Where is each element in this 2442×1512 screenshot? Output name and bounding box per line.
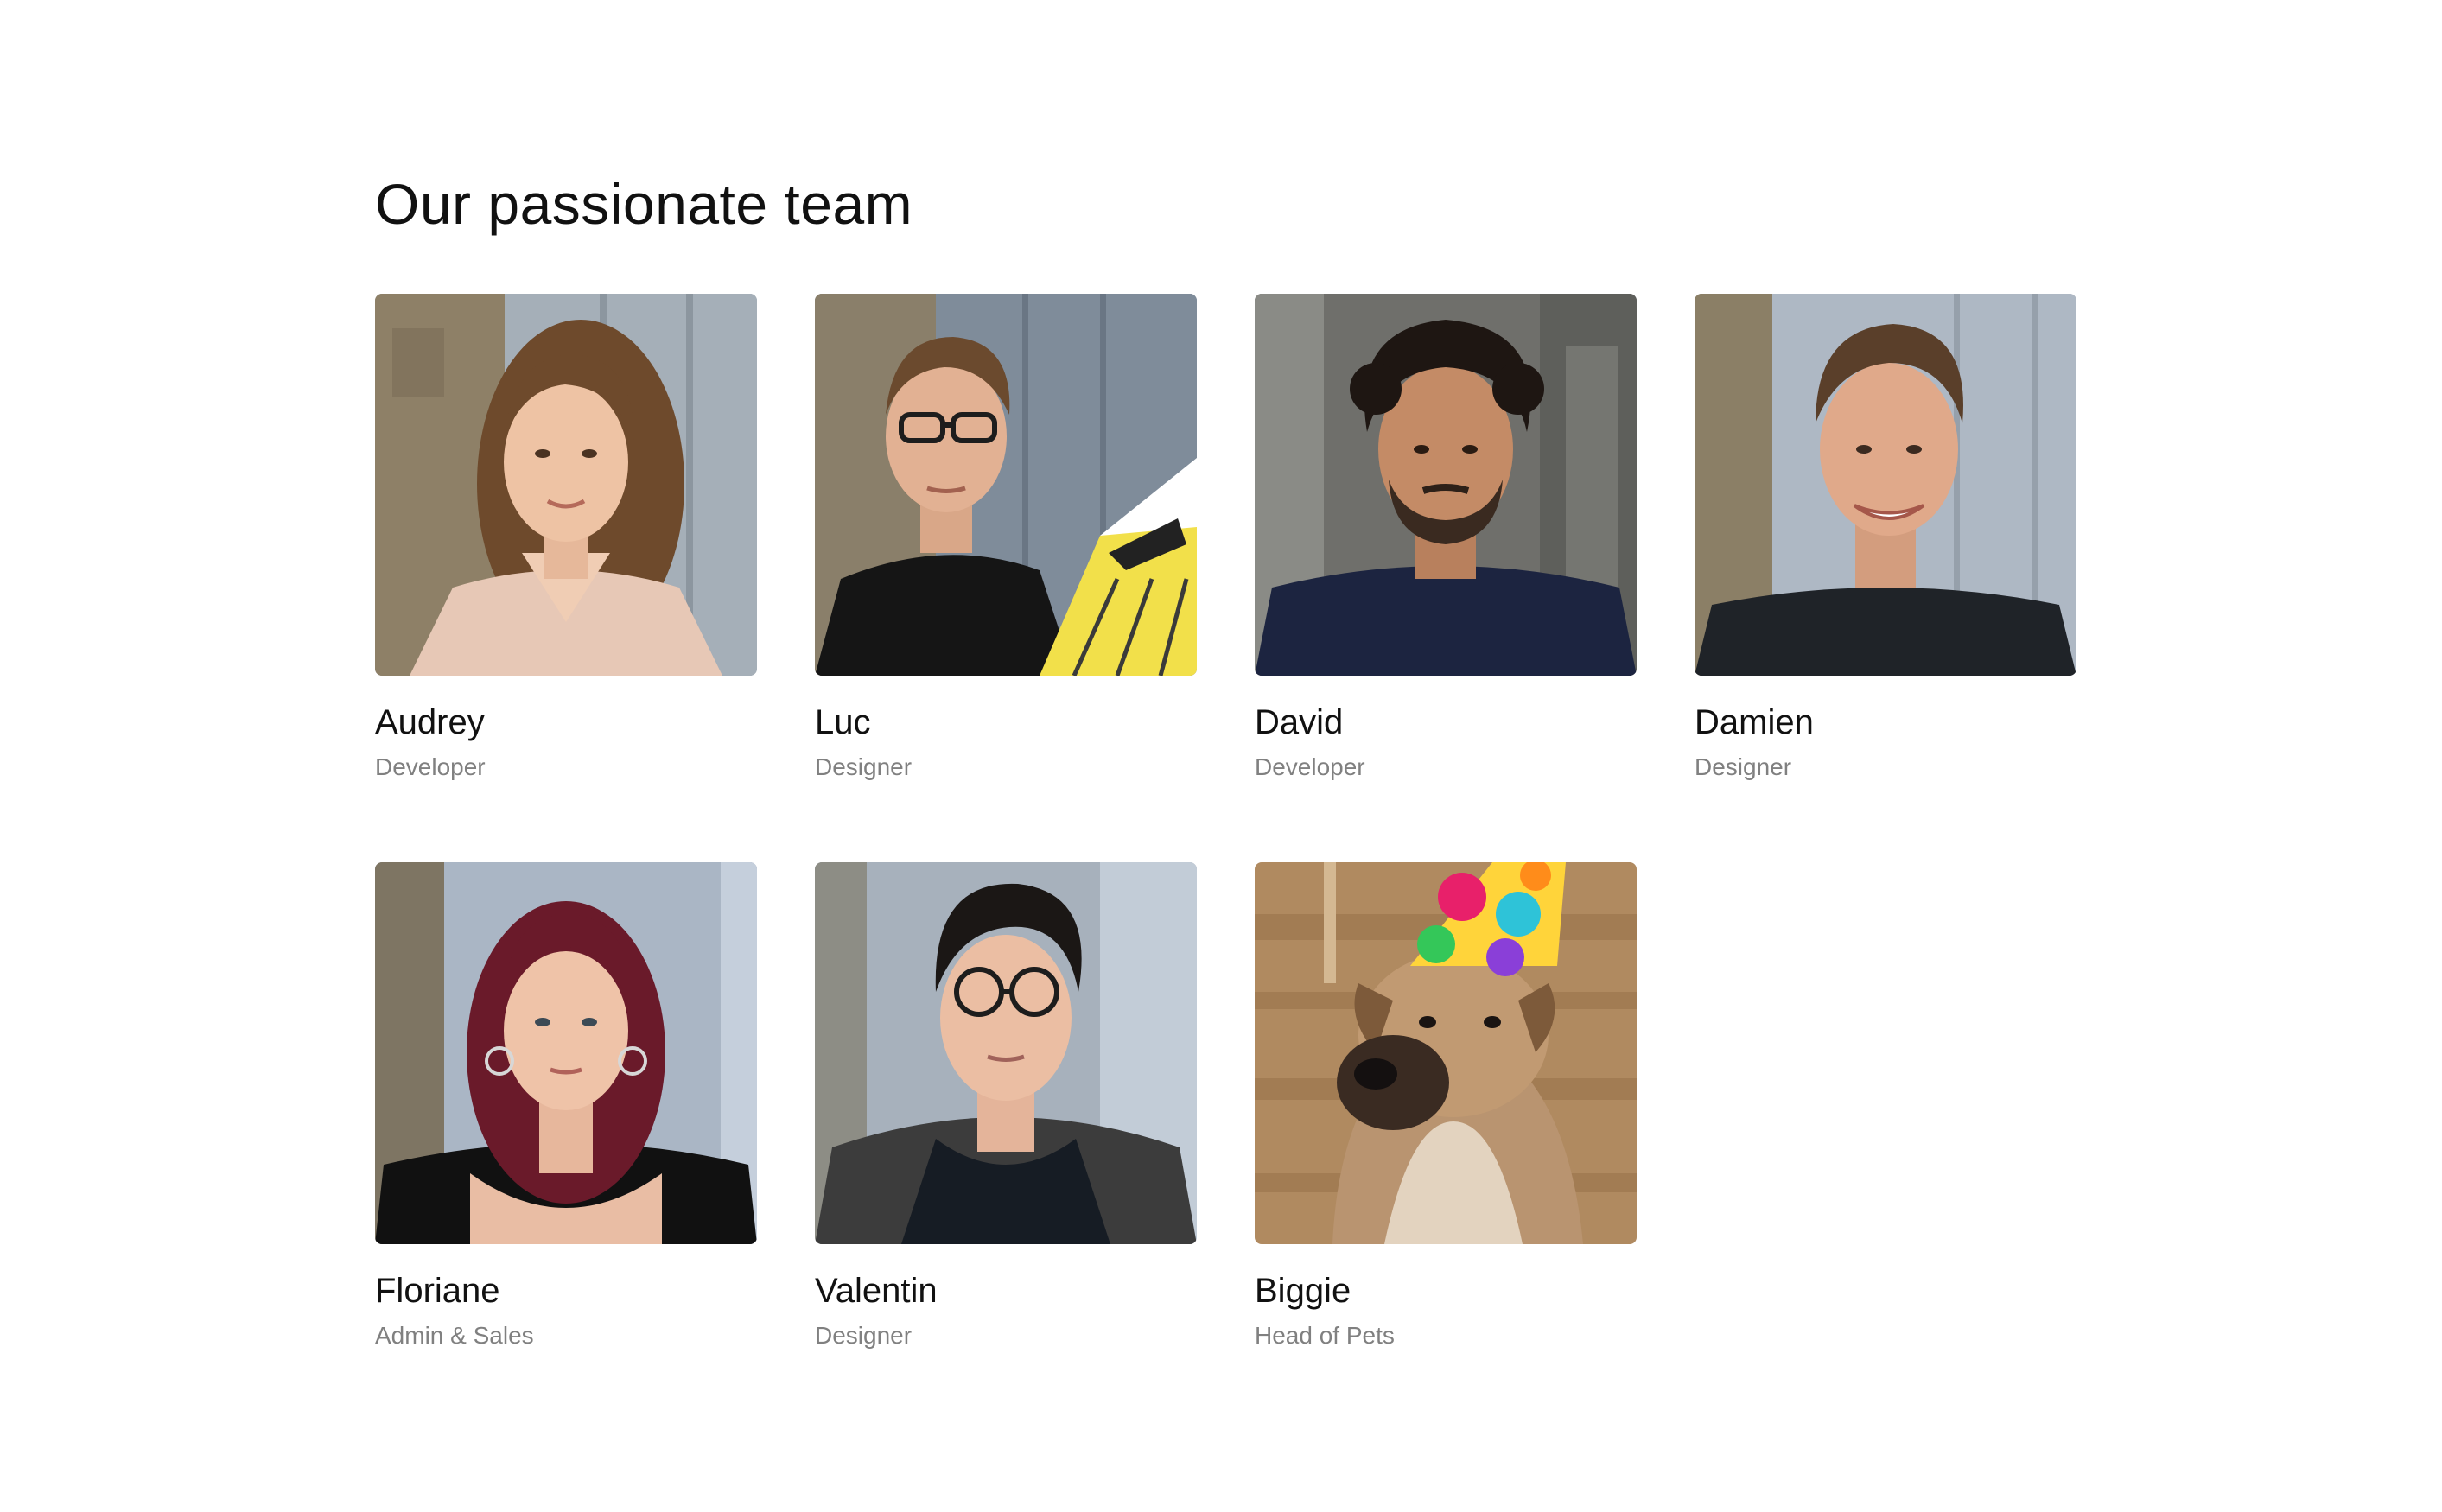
portrait-photo bbox=[1695, 294, 2076, 676]
team-member-role: Developer bbox=[1255, 753, 1365, 780]
team-member-card[interactable]: Damien Designer bbox=[1695, 294, 2076, 862]
team-member-role: Admin & Sales bbox=[375, 1322, 534, 1349]
team-member-name: Luc bbox=[815, 703, 871, 741]
team-member-role: Designer bbox=[815, 1322, 913, 1349]
team-member-photo[interactable] bbox=[1255, 294, 1637, 676]
team-grid: Audrey Developer Luc Designer David Deve… bbox=[375, 294, 2081, 1431]
team-member-name: Biggie bbox=[1255, 1272, 1351, 1310]
team-member-card[interactable]: David Developer bbox=[1255, 294, 1637, 862]
dog-photo bbox=[1255, 862, 1637, 1244]
team-member-role: Designer bbox=[1695, 753, 1792, 780]
team-member-card[interactable]: Valentin Designer bbox=[815, 862, 1197, 1431]
team-member-photo[interactable] bbox=[1695, 294, 2076, 676]
section-title: Our passionate team bbox=[375, 172, 913, 236]
team-page: Our passionate team Audrey Developer Luc… bbox=[0, 0, 2442, 1512]
team-member-photo[interactable] bbox=[815, 294, 1197, 676]
team-member-photo[interactable] bbox=[375, 862, 757, 1244]
team-member-name: David bbox=[1255, 703, 1344, 741]
team-member-photo[interactable] bbox=[815, 862, 1197, 1244]
portrait-photo bbox=[1255, 294, 1637, 676]
portrait-photo bbox=[375, 294, 757, 676]
team-member-card[interactable]: Audrey Developer bbox=[375, 294, 757, 862]
team-member-card[interactable]: Floriane Admin & Sales bbox=[375, 862, 757, 1431]
portrait-photo bbox=[815, 862, 1197, 1244]
team-member-photo[interactable] bbox=[375, 294, 757, 676]
team-member-card[interactable]: Luc Designer bbox=[815, 294, 1197, 862]
team-member-name: Audrey bbox=[375, 703, 485, 741]
team-member-role: Developer bbox=[375, 753, 486, 780]
team-member-role: Designer bbox=[815, 753, 913, 780]
team-member-name: Valentin bbox=[815, 1272, 938, 1310]
team-member-name: Floriane bbox=[375, 1272, 500, 1310]
team-member-name: Damien bbox=[1695, 703, 1814, 741]
team-member-role: Head of Pets bbox=[1255, 1322, 1395, 1349]
portrait-photo bbox=[815, 294, 1197, 676]
portrait-photo bbox=[375, 862, 757, 1244]
team-member-card[interactable]: Biggie Head of Pets bbox=[1255, 862, 1637, 1431]
team-member-photo[interactable] bbox=[1255, 862, 1637, 1244]
